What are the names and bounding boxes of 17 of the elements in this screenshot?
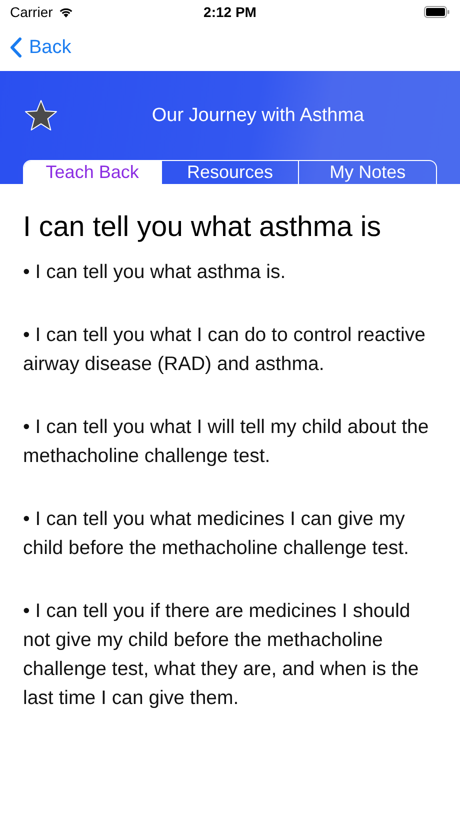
star-icon[interactable]	[23, 98, 59, 132]
goal-paragraph: • I can tell you what I can do to control reactive airway disease (RAD) and asthma.	[23, 323, 426, 377]
chevron-left-icon	[10, 37, 22, 58]
goal-paragraph: • I can tell you what medicines I can give my child before the methacholine challenge test.	[23, 507, 410, 561]
carrier-label: Carrier	[10, 4, 53, 20]
segment-tab[interactable]: My Notes	[298, 161, 436, 184]
goal-paragraph: • I can tell you what I will tell my child about the methacholine challenge test.	[23, 415, 430, 469]
goal-paragraph: • I can tell you if there are medicines I should not give my child before the methacholine challenge test, what they are, and when is the last time I can give them.	[23, 599, 420, 711]
wifi-icon	[58, 6, 74, 18]
goal-paragraph: • I can tell you what asthma is.	[23, 260, 287, 285]
segment-tab[interactable]: Teach Back	[24, 161, 161, 184]
battery-icon	[424, 6, 450, 18]
back-button[interactable]: Back	[10, 36, 72, 58]
segment-tab[interactable]: Resources	[160, 161, 298, 184]
status-time: 2:12 PM	[204, 4, 256, 20]
section-heading: I can tell you what asthma is	[23, 210, 382, 244]
header-title: Our Journey with Asthma	[150, 104, 366, 126]
